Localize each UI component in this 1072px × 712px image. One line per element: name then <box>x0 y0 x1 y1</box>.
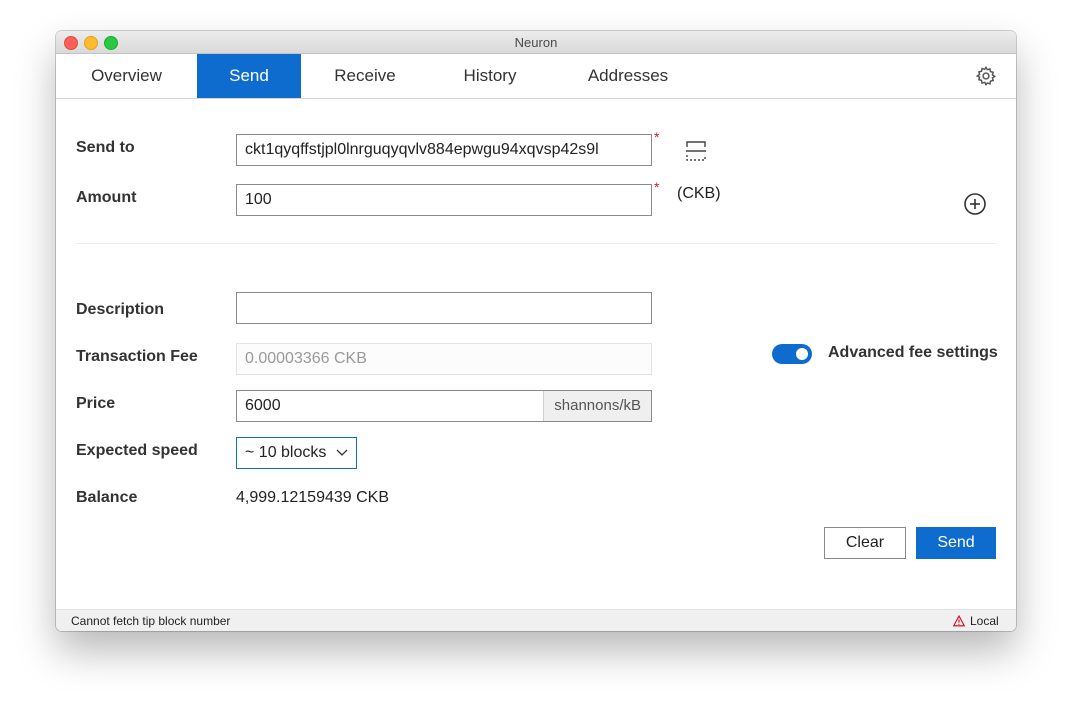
required-marker: * <box>654 179 660 195</box>
balance-label: Balance <box>76 489 138 506</box>
description-input[interactable] <box>236 292 652 324</box>
warning-triangle-icon <box>953 615 965 627</box>
price-label: Price <box>76 395 116 412</box>
tab-bar: Overview Send Receive History Addresses <box>56 54 1016 99</box>
amount-label: Amount <box>76 189 137 206</box>
expected-speed-label: Expected speed <box>76 442 198 459</box>
scan-qr-icon[interactable] <box>684 139 708 163</box>
toggle-knob <box>796 348 808 360</box>
advanced-fee-toggle[interactable] <box>772 344 812 364</box>
tab-receive[interactable]: Receive <box>301 54 429 98</box>
tab-send[interactable]: Send <box>197 54 301 98</box>
window-title: Neuron <box>514 35 558 50</box>
expected-speed-select[interactable]: ~ 10 blocks <box>236 437 357 469</box>
amount-unit: (CKB) <box>677 185 721 202</box>
expected-speed-value: ~ 10 blocks <box>245 444 327 461</box>
section-divider <box>76 243 996 244</box>
tab-history[interactable]: History <box>429 54 551 98</box>
status-bar: Cannot fetch tip block number Local <box>56 609 1016 631</box>
price-input[interactable]: 6000 shannons/kB <box>236 390 652 422</box>
tab-overview[interactable]: Overview <box>56 54 197 98</box>
balance-value: 4,999.12159439 CKB <box>236 489 390 506</box>
send-button[interactable]: Send <box>916 527 996 559</box>
transaction-fee-label: Transaction Fee <box>76 348 198 365</box>
send-to-input[interactable]: ckt1qyqffstjpl0lnrguqyqvlv884epwgu94xqvs… <box>236 134 652 166</box>
send-to-label: Send to <box>76 139 135 156</box>
clear-button[interactable]: Clear <box>824 527 906 559</box>
price-value: 6000 <box>245 397 281 414</box>
plus-circle-icon[interactable] <box>963 192 987 216</box>
status-message: Cannot fetch tip block number <box>71 614 231 628</box>
description-label: Description <box>76 301 165 318</box>
advanced-fee-label: Advanced fee settings <box>828 344 998 361</box>
amount-input[interactable]: 100 <box>236 184 652 216</box>
gear-icon[interactable] <box>975 65 997 87</box>
network-name: Local <box>970 614 999 628</box>
chevron-down-icon <box>336 449 348 456</box>
required-marker: * <box>654 129 660 145</box>
price-unit: shannons/kB <box>543 391 651 421</box>
title-bar: Neuron <box>56 31 1016 54</box>
transaction-fee-field: 0.00003366 CKB <box>236 343 652 375</box>
app-window: Neuron Overview Send Receive History Add… <box>56 31 1016 631</box>
tab-addresses[interactable]: Addresses <box>551 54 705 98</box>
